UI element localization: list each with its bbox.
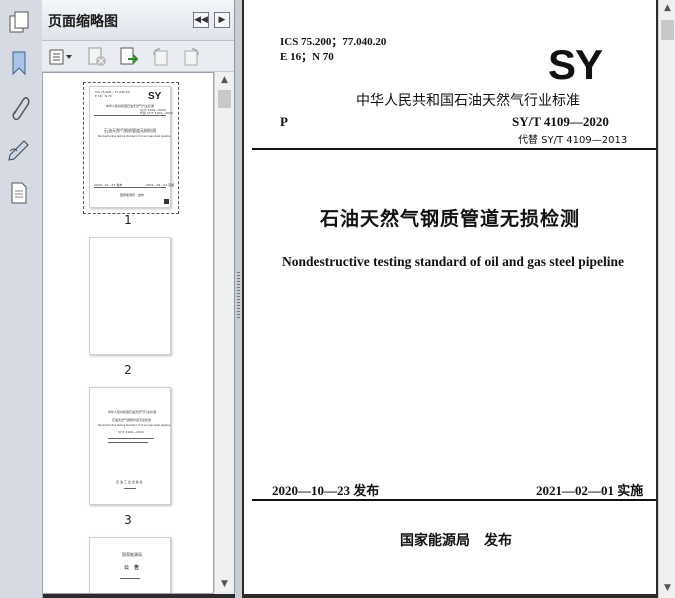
issuing-authority: 国家能源局 发布 xyxy=(400,533,512,549)
doc-scroll-thumb[interactable] xyxy=(661,20,674,40)
thumbnail-page-2[interactable] xyxy=(89,237,171,355)
issue-date: 2020—10—23 发布 xyxy=(272,483,380,498)
document-title-en: Nondestructive testing standard of oil a… xyxy=(282,254,625,269)
signature-icon[interactable] xyxy=(6,136,32,162)
top-rule xyxy=(252,148,656,150)
options-menu-icon[interactable] xyxy=(48,47,74,67)
effective-date: 2021—02—01 实施 xyxy=(536,483,644,498)
thumbnail-page-4[interactable]: 国家能源局 公 告 xyxy=(89,537,171,593)
thumbnails-toolbar xyxy=(42,41,234,72)
thumb3-mark: 石 油 工 业 出 版 社 xyxy=(116,480,143,484)
delete-page-icon[interactable] xyxy=(86,47,108,67)
thumb1-title-en: Nondestructive testing standard of oil a… xyxy=(98,135,171,138)
classification-letter: P xyxy=(280,114,288,129)
thumb1-title: 石油天然气钢质管道无损检测 xyxy=(104,128,156,133)
page-thumbnails-panel: 页面缩略图 ◀◀ ▶ ICS 75.200；77.040.20 E 16；N 7… xyxy=(42,0,235,594)
document-title-cn: 石油天然气钢质管道无损检测 xyxy=(320,208,581,230)
doc-scroll-down-icon[interactable]: ▼ xyxy=(659,580,675,596)
panel-title: 页面缩略图 xyxy=(48,14,118,30)
bottom-rule xyxy=(252,499,656,501)
sy-logo: SY xyxy=(548,41,603,88)
scroll-up-icon[interactable]: ▲ xyxy=(215,72,234,88)
panel-header: 页面缩略图 ◀◀ ▶ xyxy=(42,0,234,41)
replaces-standard: 代替 SY/T 4109—2013 xyxy=(518,135,628,146)
collapse-panel-icon[interactable]: ◀◀ xyxy=(193,12,209,28)
standard-body: 中华人民共和国石油天然气行业标准 xyxy=(356,93,580,109)
expand-panel-icon[interactable]: ▶ xyxy=(214,12,230,28)
bookmark-icon[interactable] xyxy=(6,50,32,76)
document-view: ICS 75.200；77.040.20 E 16；N 70 SY 中华人民共和… xyxy=(242,0,675,598)
pages-icon[interactable] xyxy=(6,10,32,36)
navigation-rail xyxy=(0,0,43,598)
thumb4-line2: 公 告 xyxy=(124,565,140,571)
standard-number: SY/T 4109—2020 xyxy=(512,114,609,129)
doc-scroll-up-icon[interactable]: ▲ xyxy=(659,0,675,16)
insert-page-icon[interactable] xyxy=(118,47,140,67)
thumb1-code: E 16；N 70 xyxy=(95,94,112,98)
thumb1-issuer: 国家能源局 发布 xyxy=(120,193,145,197)
layers-icon[interactable] xyxy=(6,180,32,206)
thumb3-title: 石油天然气钢质管道无损检测 xyxy=(112,418,152,422)
thumbnail-list: ICS 75.200；77.040.20 E 16；N 70 SY 中华人民共和… xyxy=(42,72,214,594)
document-page: ICS 75.200；77.040.20 E 16；N 70 SY 中华人民共和… xyxy=(244,0,656,594)
scroll-thumb[interactable] xyxy=(218,90,231,108)
rotate-right-icon[interactable] xyxy=(180,47,202,67)
thumb3-title-en: Nondestructive testing standard of oil a… xyxy=(98,424,171,427)
rotate-left-icon[interactable] xyxy=(150,47,172,67)
document-scrollbar[interactable]: ▲ ▼ xyxy=(658,0,675,598)
scroll-down-icon[interactable]: ▼ xyxy=(215,576,234,592)
thumb1-logo: SY xyxy=(148,91,162,102)
thumbnail-label-2: 2 xyxy=(124,363,132,377)
thumb3-body: 中华人民共和国石油天然气行业标准 xyxy=(108,410,157,414)
thumb3-number: SY/T 4109—2020 xyxy=(118,430,144,434)
thumb4-line1: 国家能源局 xyxy=(122,552,142,557)
thumbnail-label-1: 1 xyxy=(124,213,132,227)
attachment-icon[interactable] xyxy=(6,94,32,120)
thumbnail-page-1[interactable]: ICS 75.200；77.040.20 E 16；N 70 SY 中华人民共和… xyxy=(89,86,174,208)
splitter-grip[interactable] xyxy=(237,272,240,320)
classification-codes: E 16；N 70 xyxy=(280,51,334,63)
thumbnail-scrollbar[interactable]: ▲ ▼ xyxy=(214,72,234,592)
thumbnail-page-3[interactable]: 中华人民共和国石油天然气行业标准 石油天然气钢质管道无损检测 Nondestru… xyxy=(89,387,171,505)
ics-code: ICS 75.200；77.040.20 xyxy=(280,36,387,48)
thumbnail-label-3: 3 xyxy=(124,513,132,527)
